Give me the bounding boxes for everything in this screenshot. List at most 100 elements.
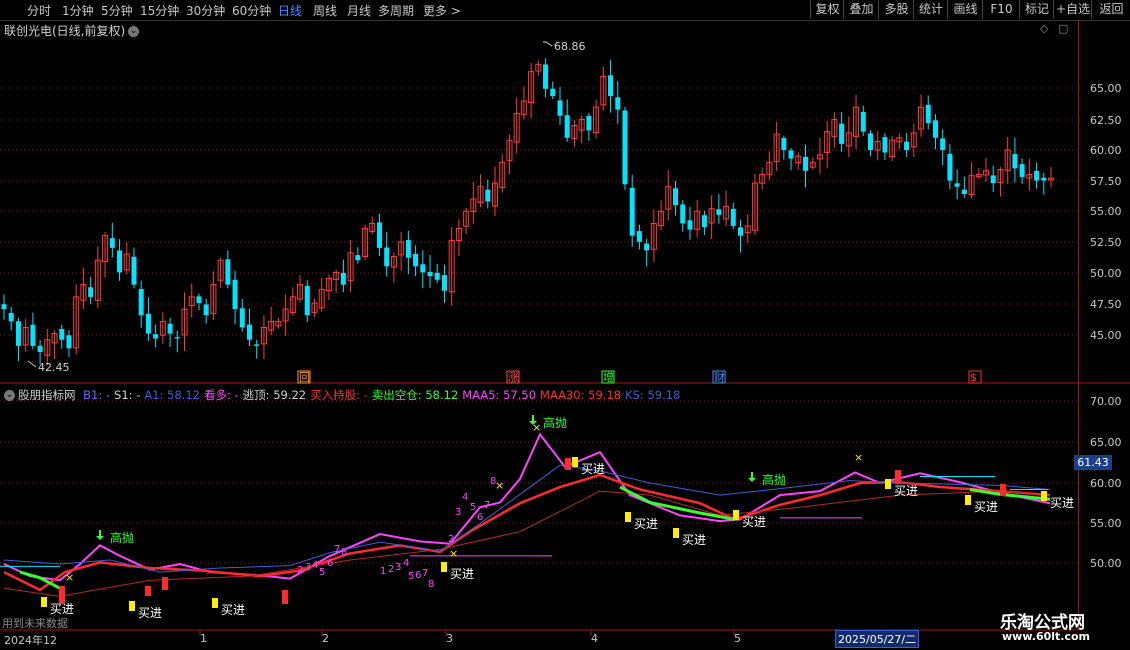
red-signal-bar-6 — [1000, 484, 1006, 496]
sell-signal-label-0: 高抛 — [110, 530, 134, 545]
candle-body-128 — [925, 104, 931, 124]
candle-body-52 — [376, 222, 382, 248]
indicator-name: 股朋指标网 — [18, 388, 76, 402]
candle-body-75 — [543, 64, 549, 89]
x-marker-4: × — [449, 547, 458, 560]
date-tick-3: 3 — [446, 632, 453, 645]
count-digit-2: 4 — [312, 560, 318, 571]
candlestick-chart[interactable]: 68.8642.45回涨增财 $买进 买进 买进买进买进买进买进买进 买进买进买进高抛高… — [0, 0, 1130, 650]
candle-body-24 — [174, 337, 180, 339]
current-value-badge: 61.43 — [1074, 455, 1112, 470]
buy-signal-label-10: 买进 — [450, 567, 474, 581]
candle-body-130 — [940, 138, 946, 150]
slow-line — [3, 490, 1051, 597]
candle-body-120 — [867, 133, 873, 150]
price-high-arrow — [543, 41, 553, 47]
candle-body-122 — [882, 137, 888, 153]
sell-signal-label-2: 高抛 — [543, 415, 567, 430]
current-date-badge: 2025/05/27/二 — [835, 630, 920, 648]
candle-body-49 — [355, 255, 361, 261]
x-marker-1: × — [854, 451, 863, 464]
count-digit-1: 3 — [305, 562, 311, 573]
indicator-tick-4: 50.00 — [1090, 557, 1122, 570]
date-tick-1: 1 — [200, 632, 207, 645]
count-digit-12: 6 — [415, 570, 421, 581]
count-digit-16: 4 — [462, 492, 468, 503]
indicator-tick-1: 65.00 — [1090, 436, 1122, 449]
indicator-tick-3: 55.00 — [1090, 517, 1122, 530]
chevron-down-icon[interactable]: ⌄ — [4, 390, 15, 401]
candle-body-125 — [904, 141, 910, 150]
candle-body-60 — [434, 272, 440, 280]
candle-body-21 — [153, 334, 159, 339]
indicator-item-6: 卖出空仓: 58.12 — [371, 388, 459, 402]
candle-body-131 — [947, 153, 953, 181]
indicator-item-4: 逃顶: 59.22 — [242, 388, 307, 402]
candle-body-19 — [138, 289, 144, 316]
candle-body-61 — [441, 275, 447, 291]
candle-body-144 — [1041, 177, 1047, 181]
candle-body-133 — [961, 189, 967, 195]
count-digit-18: 5 — [470, 502, 476, 513]
chevron-down-icon[interactable]: ⌄ — [128, 26, 140, 37]
candle-body-137 — [990, 175, 996, 184]
count-digit-5: 7 — [334, 544, 340, 555]
indicator-item-0: B1: - — [83, 388, 111, 402]
sell-signal-arrow-1 — [748, 472, 756, 482]
indicator-tick-2: 60.00 — [1090, 477, 1122, 490]
count-digit-11: 5 — [408, 571, 414, 582]
candle-body-78 — [564, 115, 570, 138]
stock-title: 联创光电(日线,前复权) ⌄ — [4, 22, 140, 39]
candle-body-94 — [680, 204, 686, 224]
candle-body-5 — [37, 345, 43, 352]
count-digit-10: 4 — [403, 558, 409, 569]
buy-signal-bar-10 — [441, 562, 447, 572]
count-digit-13: 7 — [422, 568, 428, 579]
candle-body-56 — [405, 240, 411, 258]
price-tick-5: 52.50 — [1090, 236, 1122, 249]
event-marker-1: 涨 — [508, 371, 519, 384]
diamond-icon[interactable]: ◇ — [1040, 22, 1048, 35]
price-low-arrow — [27, 360, 37, 368]
watermark-url: www.60lt.com — [1002, 630, 1091, 643]
x-marker-2: × — [495, 479, 504, 492]
candle-body-47 — [340, 272, 346, 285]
candle-body-42 — [304, 286, 310, 316]
date-tick-0: 2024年12 — [4, 634, 57, 647]
price-low-label: 42.45 — [38, 361, 70, 374]
x-marker-3: × — [65, 571, 74, 584]
date-tick-4: 4 — [591, 632, 598, 645]
price-tick-0: 65.00 — [1090, 82, 1122, 95]
buy-signal-label-6: 买进 — [894, 484, 918, 498]
candle-body-32 — [232, 279, 238, 310]
candle-body-67 — [485, 189, 491, 202]
buy-signal-bar-4 — [673, 528, 679, 538]
candle-body-58 — [420, 264, 426, 273]
window-icon[interactable]: ▢ — [1058, 22, 1068, 35]
candle-body-87 — [629, 187, 635, 236]
candle-body-20 — [145, 313, 151, 334]
price-tick-8: 45.00 — [1090, 329, 1122, 342]
candle-body-84 — [608, 75, 614, 97]
candle-body-27 — [196, 296, 202, 303]
buy-signal-label-8: 买进 — [1050, 496, 1074, 510]
buy-signal-bar-0 — [41, 597, 47, 607]
candle-body-0 — [1, 304, 7, 310]
candle-body-97 — [701, 215, 707, 228]
indicator-legend: ⌄ 股朋指标网 B1: - S1: - A1: 58.12 看多: - 逃顶: 59.22… — [4, 387, 688, 403]
candle-body-59 — [427, 271, 433, 277]
candle-body-12 — [88, 287, 94, 297]
candle-body-99 — [716, 209, 722, 215]
count-digit-6: 8 — [341, 547, 347, 558]
price-tick-6: 50.00 — [1090, 267, 1122, 280]
red-signal-bar-1 — [145, 586, 151, 596]
buy-signal-label-5: 买进 — [742, 515, 766, 529]
price-high-label: 68.86 — [554, 40, 586, 53]
indicator-tick-0: 70.00 — [1090, 395, 1122, 408]
price-tick-4: 55.00 — [1090, 205, 1122, 218]
red-signal-bar-3 — [282, 590, 288, 604]
candle-body-4 — [30, 324, 36, 346]
event-marker-4: $ — [970, 371, 977, 384]
buy-signal-bar-5 — [733, 510, 739, 520]
candle-body-111 — [802, 156, 808, 171]
